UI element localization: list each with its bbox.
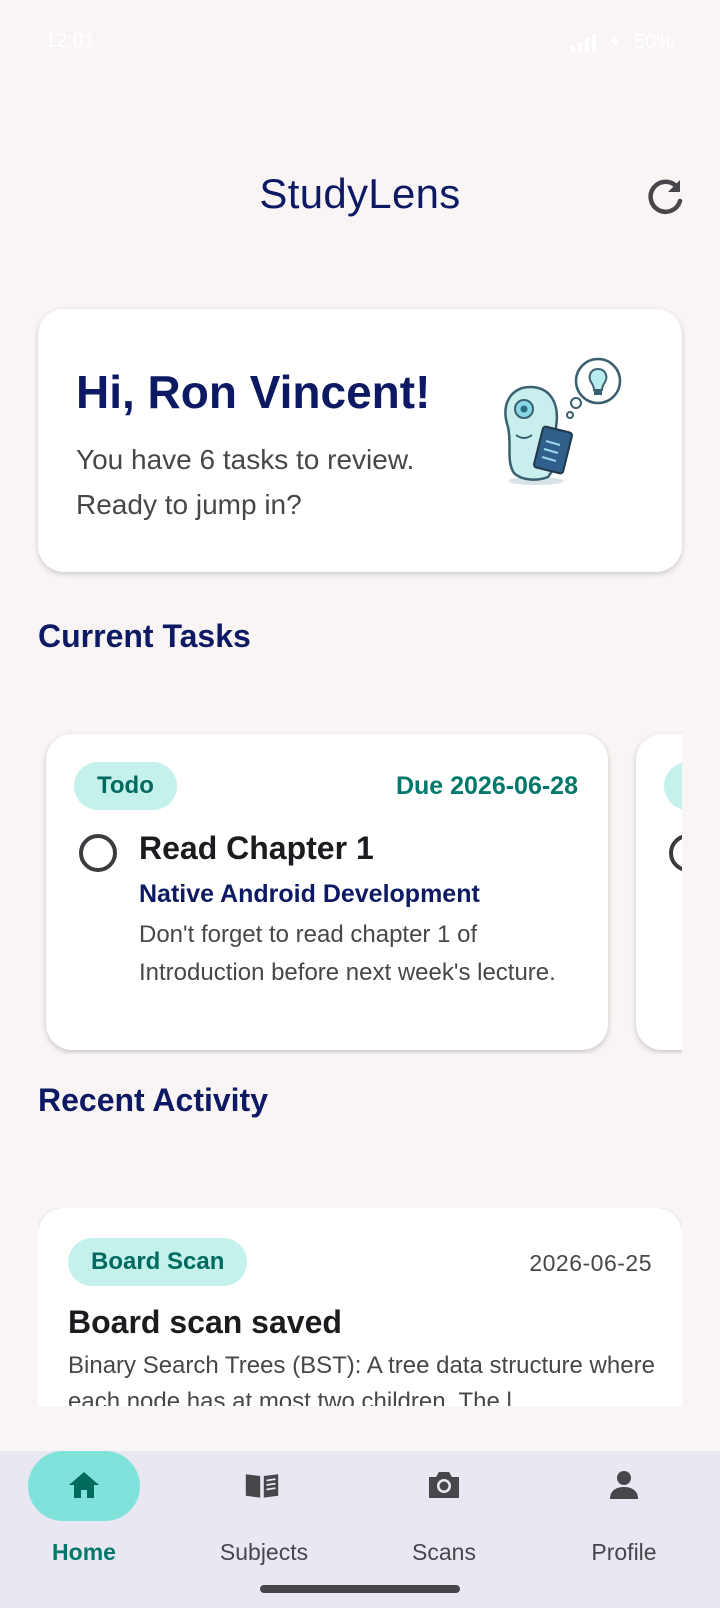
status-time: 12:01 [45, 30, 96, 52]
nav-label-scans: Scans [412, 1539, 476, 1565]
task-subject: Native Android Development [139, 880, 480, 908]
refresh-icon [648, 179, 683, 215]
task-complete-radio[interactable] [669, 834, 682, 872]
signal-icon [570, 33, 596, 52]
person-icon [610, 1471, 638, 1499]
nav-label-home: Home [52, 1539, 116, 1565]
home-gesture-bar[interactable] [260, 1585, 460, 1593]
activity-title: Board scan saved [68, 1304, 342, 1340]
greeting-title: Hi, Ron Vincent! [76, 366, 431, 418]
nav-item-profile[interactable]: Profile [540, 1451, 720, 1608]
camera-icon [429, 1472, 459, 1498]
task-card[interactable]: Todo Due 2026-06-28 Read Chapter 1 Nativ… [46, 734, 608, 1050]
mascot-reading-icon [504, 357, 622, 485]
nav-label-subjects: Subjects [219, 1539, 309, 1565]
task-title: Read Chapter 1 [139, 830, 374, 866]
task-complete-radio[interactable] [79, 834, 117, 872]
task-status-chip: Todo [74, 762, 177, 810]
task-card-next-partial[interactable] [636, 734, 682, 1050]
battery-level: 50% [633, 31, 674, 53]
activity-type-chip: Board Scan [68, 1238, 248, 1286]
current-tasks-heading: Current Tasks [38, 618, 251, 654]
battery-icon: ⚡ [607, 32, 622, 54]
status-icons: ⚡ 50% [570, 30, 674, 55]
task-status-chip [664, 762, 682, 810]
recent-activity-heading: Recent Activity [38, 1082, 268, 1118]
app-bar: StudyLens [0, 150, 720, 240]
greeting-card: Hi, Ron Vincent! You have 6 tasks to rev… [38, 309, 682, 572]
task-description: Don't forget to read chapter 1 of Introd… [139, 921, 556, 986]
task-carousel[interactable]: Todo Due 2026-06-28 Read Chapter 1 Nativ… [38, 724, 682, 1054]
status-bar: 12:01 ⚡ 50% [0, 0, 720, 84]
app-title: StudyLens [259, 170, 461, 217]
greeting-subtitle: You have 6 tasks to review. Ready to jum… [76, 444, 415, 520]
activity-date: 2026-06-25 [529, 1250, 652, 1276]
activity-list: Board Scan 2026-06-25 Board scan saved B… [38, 1208, 682, 1406]
activity-description: Binary Search Trees (BST): A tree data s… [68, 1352, 655, 1406]
nav-item-home[interactable]: Home [0, 1451, 180, 1608]
refresh-button[interactable] [642, 174, 690, 222]
home-icon [69, 1472, 99, 1498]
activity-card[interactable]: Board Scan 2026-06-25 Board scan saved B… [38, 1208, 682, 1406]
nav-label-profile: Profile [591, 1539, 657, 1565]
book-icon [245, 1474, 279, 1498]
task-due-date: Due 2026-06-28 [395, 772, 578, 800]
